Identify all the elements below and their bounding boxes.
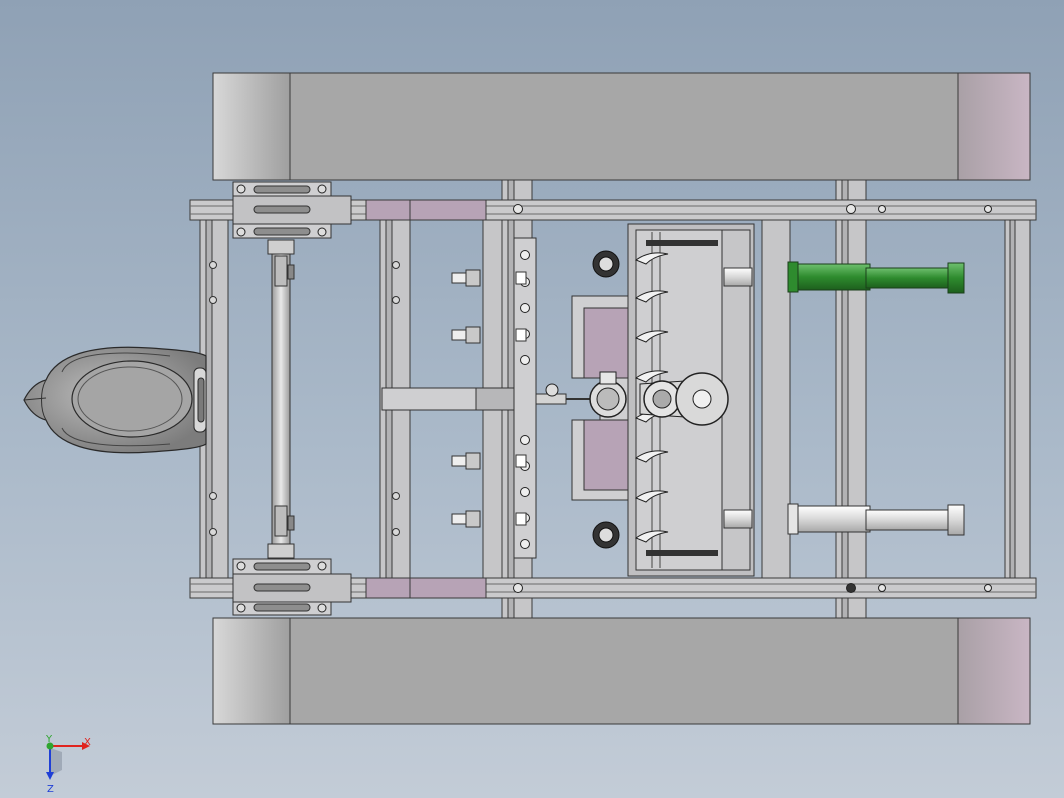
triad-x-label: X: [84, 737, 91, 748]
drive-shaft: [267, 239, 295, 559]
bearing-block-top: [232, 181, 352, 239]
cad-viewport[interactable]: X Y Z: [0, 0, 1064, 798]
track-bottom[interactable]: [212, 617, 1031, 725]
motor-housing: [23, 346, 207, 454]
triad-y-label: Y: [45, 734, 53, 745]
hydraulic-cylinder-green: [723, 261, 965, 294]
bearing-block-bottom: [232, 558, 352, 616]
track-top[interactable]: [212, 72, 1031, 181]
perforated-bar: [513, 237, 537, 559]
assembly-drawing: X Y Z: [23, 72, 1037, 795]
frame-holes: [209, 261, 400, 536]
coordinate-triad-icon: X Y Z: [45, 734, 91, 795]
triad-z-label: Z: [47, 784, 54, 795]
hydraulic-cylinder-white: [723, 503, 965, 536]
